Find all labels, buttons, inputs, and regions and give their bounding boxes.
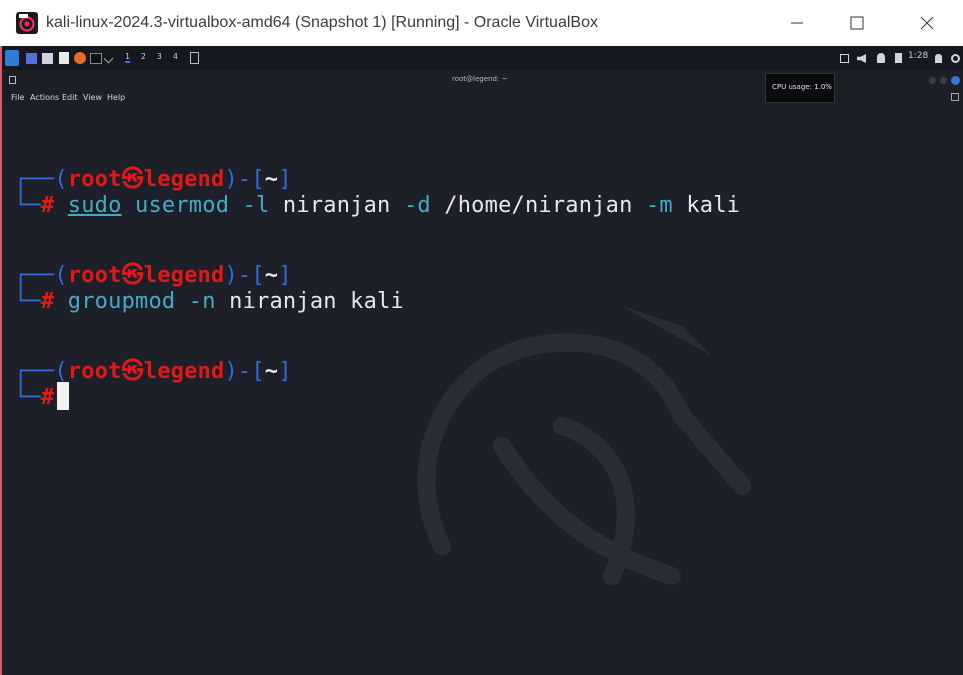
prompt-mid: )-[ [224,263,265,288]
minimize-button[interactable] [774,0,820,46]
virtualbox-icon [16,12,38,34]
close-dot-icon[interactable] [951,76,960,85]
workspace-2[interactable]: 2 [141,52,146,61]
terminal-body[interactable]: ┌──(root㉿legend)-[~] └─# sudo usermod -l… [2,106,963,675]
command-token: niranjan [215,289,337,314]
prompt-host: legend [143,263,225,288]
command-token: /home/niranjan [430,193,633,218]
menu-edit[interactable]: Edit [62,93,78,102]
prompt-box-open: ┌──( [14,167,68,192]
prompt-user: root [67,263,122,288]
workspace-3[interactable]: 3 [157,52,162,61]
command-token: -d [390,193,431,218]
prompt-dir: ~ [264,359,279,384]
prompt-corner: └─ [14,289,41,314]
command-line-2: └─# groupmod -n niranjan kali [14,289,404,314]
file-manager-icon[interactable] [42,53,53,64]
prompt-close: ] [278,359,292,384]
workspace-4[interactable]: 4 [173,52,178,61]
prompt-corner: └─ [14,385,41,410]
prompt-user: root [67,359,122,384]
command-token: kali [336,289,404,314]
command-token: -m [632,193,673,218]
kali-top-panel: 1 2 3 4 1:28 [2,46,963,71]
prompt-user: root [67,167,122,192]
prompt-line-2: ┌──(root㉿legend)-[~] [14,257,292,289]
terminal-icon[interactable] [90,53,102,64]
prompt-at-symbol: ㉿ [121,359,144,384]
search-icon[interactable] [951,93,959,101]
command-token: kali [672,193,741,218]
maximize-button[interactable] [834,0,880,46]
battery-icon[interactable] [895,53,902,63]
command-token: groupmod [67,289,176,314]
menu-file[interactable]: File [11,93,24,102]
prompt-close: ] [278,263,292,288]
command-token: sudo [67,193,122,218]
maximize-dot-icon[interactable] [940,77,947,84]
text-editor-icon[interactable] [59,52,69,64]
prompt-dir: ~ [264,167,279,192]
cpu-usage-tooltip: CPU usage: 1.0% [765,73,835,103]
power-icon[interactable] [951,54,960,63]
prompt-at-symbol: ㉿ [121,167,144,192]
prompt-host: legend [143,359,225,384]
chevron-down-icon[interactable] [103,53,114,64]
display-icon[interactable] [840,54,849,63]
menu-view[interactable]: View [83,93,102,102]
prompt-box-open: ┌──( [14,263,68,288]
prompt-mid: )-[ [224,167,265,192]
command-token: niranjan [269,193,391,218]
terminal-window-icon [9,76,16,84]
kali-dragon-watermark [417,306,751,585]
window-title: kali-linux-2024.3-virtualbox-amd64 (Snap… [46,14,598,31]
command-token: usermod [121,193,230,218]
prompt-host: legend [143,167,225,192]
command-line-1: └─# sudo usermod -l niranjan -d /home/ni… [14,193,740,218]
prompt-mid: )-[ [224,359,265,384]
show-desktop-icon[interactable] [26,53,37,64]
prompt-hash: # [40,289,55,314]
prompt-corner: └─ [14,193,41,218]
command-line-3: └─# [14,385,54,410]
kali-menu-icon[interactable] [5,50,19,66]
command-token: -n [175,289,216,314]
minimize-dot-icon[interactable] [929,77,936,84]
prompt-dir: ~ [264,263,279,288]
prompt-close: ] [278,167,292,192]
terminal-title: root@legend: ~ [452,75,508,83]
panel-clock[interactable]: 1:28 [908,51,928,61]
prompt-hash: # [40,193,55,218]
command-token: -l [229,193,270,218]
cpu-usage-text: CPU usage: 1.0% [772,83,832,91]
prompt-hash: # [40,385,55,410]
volume-icon[interactable] [857,54,866,63]
menu-actions[interactable]: Actions [30,93,59,102]
close-button[interactable] [904,0,950,46]
firefox-icon[interactable] [74,52,86,64]
command-text: groupmod -n niranjan kali [68,289,404,314]
lock-icon[interactable] [935,54,942,63]
workspace-1[interactable]: 1 [125,52,130,63]
terminal-cursor [57,382,69,410]
notification-bell-icon[interactable] [877,53,885,63]
command-text: sudo usermod -l niranjan -d /home/niranj… [68,193,740,218]
host-titlebar: kali-linux-2024.3-virtualbox-amd64 (Snap… [0,0,963,46]
menu-help[interactable]: Help [107,93,125,102]
vm-screen[interactable]: 1 2 3 4 1:28 root@legend: ~ File Actions… [2,46,963,675]
prompt-line-3: ┌──(root㉿legend)-[~] [14,353,292,385]
prompt-line-1: ┌──(root㉿legend)-[~] [14,161,292,193]
taskbar-terminal-window-icon[interactable] [190,52,199,64]
prompt-box-open: ┌──( [14,359,68,384]
prompt-at-symbol: ㉿ [121,263,144,288]
